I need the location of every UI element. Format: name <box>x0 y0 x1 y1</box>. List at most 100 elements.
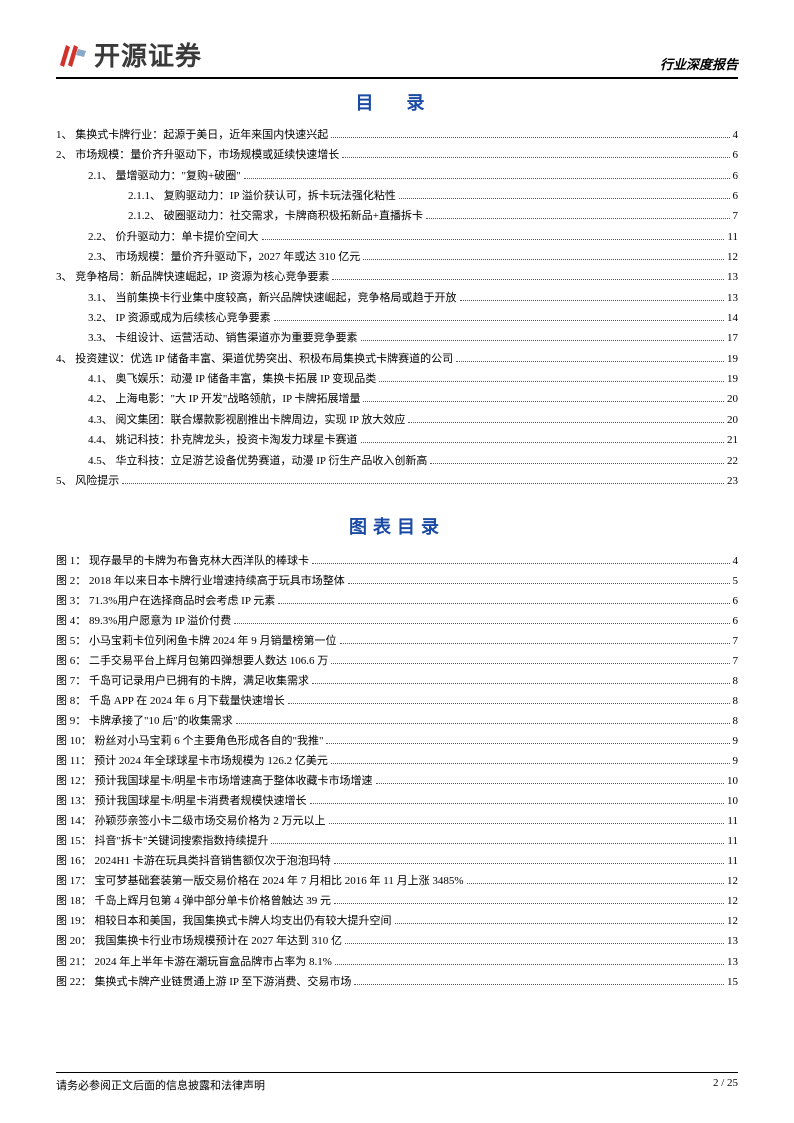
toc-entry[interactable]: 3.1、 当前集换卡行业集中度较高，新兴品牌快速崛起，竞争格局或趋于开放13 <box>56 288 738 308</box>
figure-entry[interactable]: 图 8： 千岛 APP 在 2024 年 6 月下载量快速增长8 <box>56 691 738 711</box>
figure-entry[interactable]: 图 12： 预计我国球星卡/明星卡市场增速高于整体收藏卡市场增速10 <box>56 771 738 791</box>
figure-entry-title: 图 14： 孙颖莎亲签小卡二级市场交易价格为 2 万元以上 <box>56 811 326 831</box>
figure-entry-title: 图 21： 2024 年上半年卡游在潮玩盲盒品牌市占率为 8.1% <box>56 952 332 972</box>
figure-entry-page: 12 <box>727 911 738 931</box>
toc-entry-page: 12 <box>727 247 738 267</box>
figure-entry[interactable]: 图 15： 抖音"拆卡"关键词搜索指数持续提升 11 <box>56 831 738 851</box>
figure-entry[interactable]: 图 5： 小马宝莉卡位列闲鱼卡牌 2024 年 9 月销量榜第一位 7 <box>56 631 738 651</box>
toc-entry-title: 4.5、 华立科技：立足游艺设备优势赛道，动漫 IP 衍生产品收入创新高 <box>88 451 427 471</box>
toc-entry-page: 13 <box>727 288 738 308</box>
toc-entry-title: 4.1、 奥飞娱乐：动漫 IP 储备丰富，集换卡拓展 IP 变现品类 <box>88 369 376 389</box>
toc-entry[interactable]: 4.3、 阅文集团：联合爆款影视剧推出卡牌周边，实现 IP 放大效应20 <box>56 410 738 430</box>
toc-heading: 目 录 <box>56 89 738 115</box>
figure-entry[interactable]: 图 20： 我国集换卡行业市场规模预计在 2027 年达到 310 亿 13 <box>56 931 738 951</box>
toc-entry[interactable]: 2.2、 价升驱动力：单卡提价空间大11 <box>56 227 738 247</box>
toc-dots <box>363 401 724 402</box>
toc-entry[interactable]: 4.5、 华立科技：立足游艺设备优势赛道，动漫 IP 衍生产品收入创新高 22 <box>56 451 738 471</box>
toc-dots <box>342 157 729 158</box>
toc-entry-page: 20 <box>727 389 738 409</box>
toc-entry-page: 4 <box>733 125 739 145</box>
figure-entry-title: 图 18： 千岛上辉月包第 4 弹中部分单卡价格曾触达 39 元 <box>56 891 331 911</box>
figure-entry-title: 图 19： 相较日本和美国，我国集换式卡牌人均支出仍有较大提升空间 <box>56 911 392 931</box>
figure-entry-page: 10 <box>727 791 738 811</box>
toc-entry-page: 6 <box>733 166 739 186</box>
figure-entry[interactable]: 图 16： 2024H1 卡游在玩具类抖音销售额仅次于泡泡玛特11 <box>56 851 738 871</box>
toc-entry-title: 3、 竞争格局：新品牌快速崛起，IP 资源为核心竞争要素 <box>56 267 329 287</box>
figure-entry[interactable]: 图 6： 二手交易平台上辉月包第四弹想要人数达 106.6 万7 <box>56 651 738 671</box>
toc-entry[interactable]: 2.1.2、 破圈驱动力：社交需求，卡牌商积极拓新品+直播拆卡 7 <box>56 206 738 226</box>
figure-entry-title: 图 15： 抖音"拆卡"关键词搜索指数持续提升 <box>56 831 268 851</box>
footer-page-number: 2 / 25 <box>713 1077 738 1093</box>
toc-dots <box>278 603 729 604</box>
toc-dots <box>331 763 730 764</box>
figure-entry[interactable]: 图 2： 2018 年以来日本卡牌行业增速持续高于玩具市场整体5 <box>56 571 738 591</box>
toc-dots <box>335 964 724 965</box>
figure-entry-page: 9 <box>733 731 739 751</box>
toc-entry-page: 20 <box>727 410 738 430</box>
figure-entry-title: 图 4： 89.3%用户愿意为 IP 溢价付费 <box>56 611 231 631</box>
toc-entry[interactable]: 5、 风险提示23 <box>56 471 738 491</box>
toc-entry[interactable]: 3.2、 IP 资源或成为后续核心竞争要素14 <box>56 308 738 328</box>
figure-entry[interactable]: 图 9： 卡牌承接了"10 后"的收集需求8 <box>56 711 738 731</box>
toc-entry[interactable]: 4、 投资建议：优选 IP 储备丰富、渠道优势突出、积极布局集换式卡牌赛道的公司… <box>56 349 738 369</box>
figure-entry[interactable]: 图 1： 现存最早的卡牌为布鲁克林大西洋队的棒球卡4 <box>56 551 738 571</box>
toc-entry[interactable]: 2.1.1、 复购驱动力：IP 溢价获认可，拆卡玩法强化粘性6 <box>56 186 738 206</box>
toc-entry[interactable]: 4.2、 上海电影："大 IP 开发"战略领航，IP 卡牌拓展增量20 <box>56 389 738 409</box>
figure-entry[interactable]: 图 11： 预计 2024 年全球球星卡市场规模为 126.2 亿美元9 <box>56 751 738 771</box>
toc-entry[interactable]: 1、 集换式卡牌行业：起源于美日，近年来国内快速兴起4 <box>56 125 738 145</box>
toc-entry-page: 17 <box>727 328 738 348</box>
figure-entry[interactable]: 图 19： 相较日本和美国，我国集换式卡牌人均支出仍有较大提升空间 12 <box>56 911 738 931</box>
toc-entry[interactable]: 3.3、 卡组设计、运营活动、销售渠道亦为重要竞争要素17 <box>56 328 738 348</box>
toc-entry-page: 22 <box>727 451 738 471</box>
toc-entry[interactable]: 2.3、 市场规模：量价齐升驱动下，2027 年或达 310 亿元12 <box>56 247 738 267</box>
toc-entry-title: 3.2、 IP 资源或成为后续核心竞争要素 <box>88 308 271 328</box>
toc-dots <box>234 623 729 624</box>
toc-dots <box>361 340 725 341</box>
toc-entry[interactable]: 3、 竞争格局：新品牌快速崛起，IP 资源为核心竞争要素13 <box>56 267 738 287</box>
figure-entry-title: 图 1： 现存最早的卡牌为布鲁克林大西洋队的棒球卡 <box>56 551 309 571</box>
toc-dots <box>340 643 730 644</box>
figure-entry-title: 图 10： 粉丝对小马宝莉 6 个主要角色形成各自的"我推" <box>56 731 323 751</box>
figure-entry-title: 图 9： 卡牌承接了"10 后"的收集需求 <box>56 711 233 731</box>
figure-entry[interactable]: 图 3： 71.3%用户在选择商品时会考虑 IP 元素6 <box>56 591 738 611</box>
toc-dots <box>426 218 730 219</box>
figure-entry-title: 图 20： 我国集换卡行业市场规模预计在 2027 年达到 310 亿 <box>56 931 342 951</box>
toc-entry-page: 11 <box>727 227 738 247</box>
toc-dots <box>332 279 724 280</box>
figure-entry-title: 图 5： 小马宝莉卡位列闲鱼卡牌 2024 年 9 月销量榜第一位 <box>56 631 337 651</box>
figure-entry[interactable]: 图 7： 千岛可记录用户已拥有的卡牌，满足收集需求8 <box>56 671 738 691</box>
toc-entry-page: 7 <box>733 206 739 226</box>
figure-entry-title: 图 22： 集换式卡牌产业链贯通上游 IP 至下游消费、交易市场 <box>56 972 351 992</box>
page-footer: 请务必参阅正文后面的信息披露和法律声明 2 / 25 <box>56 1072 738 1093</box>
toc-entry[interactable]: 4.4、 姚记科技：扑克牌龙头，投资卡淘发力球星卡赛道21 <box>56 430 738 450</box>
figure-entry-page: 7 <box>733 631 739 651</box>
toc-entry[interactable]: 2、 市场规模：量价齐升驱动下，市场规模或延续快速增长6 <box>56 145 738 165</box>
figure-entry[interactable]: 图 22： 集换式卡牌产业链贯通上游 IP 至下游消费、交易市场15 <box>56 972 738 992</box>
toc-entry-page: 19 <box>727 369 738 389</box>
toc-entry-title: 4、 投资建议：优选 IP 储备丰富、渠道优势突出、积极布局集换式卡牌赛道的公司 <box>56 349 453 369</box>
toc-entry[interactable]: 4.1、 奥飞娱乐：动漫 IP 储备丰富，集换卡拓展 IP 变现品类 19 <box>56 369 738 389</box>
toc-entry[interactable]: 2.1、 量增驱动力："复购+破圈"6 <box>56 166 738 186</box>
figure-entry-page: 11 <box>727 831 738 851</box>
figure-entry-page: 13 <box>727 931 738 951</box>
toc-dots <box>460 300 725 301</box>
figure-entry-page: 11 <box>727 811 738 831</box>
figure-entry[interactable]: 图 13： 预计我国球星卡/明星卡消费者规模快速增长10 <box>56 791 738 811</box>
toc-entry-title: 2.1.2、 破圈驱动力：社交需求，卡牌商积极拓新品+直播拆卡 <box>128 206 423 226</box>
figure-entry-page: 11 <box>727 851 738 871</box>
figure-entry[interactable]: 图 10： 粉丝对小马宝莉 6 个主要角色形成各自的"我推" 9 <box>56 731 738 751</box>
figure-entry-page: 9 <box>733 751 739 771</box>
toc-dots <box>334 863 725 864</box>
figure-entry[interactable]: 图 14： 孙颖莎亲签小卡二级市场交易价格为 2 万元以上 11 <box>56 811 738 831</box>
toc-dots <box>331 137 729 138</box>
toc-dots <box>467 883 724 884</box>
toc-dots <box>288 703 730 704</box>
figure-entry-title: 图 17： 宝可梦基础套装第一版交易价格在 2024 年 7 月相比 2016 … <box>56 871 464 891</box>
toc-dots <box>312 563 730 564</box>
figure-entry[interactable]: 图 17： 宝可梦基础套装第一版交易价格在 2024 年 7 月相比 2016 … <box>56 871 738 891</box>
figure-entry[interactable]: 图 21： 2024 年上半年卡游在潮玩盲盒品牌市占率为 8.1%13 <box>56 952 738 972</box>
figure-entry-title: 图 3： 71.3%用户在选择商品时会考虑 IP 元素 <box>56 591 275 611</box>
toc-dots <box>329 823 725 824</box>
figure-entry[interactable]: 图 18： 千岛上辉月包第 4 弹中部分单卡价格曾触达 39 元12 <box>56 891 738 911</box>
figure-entry[interactable]: 图 4： 89.3%用户愿意为 IP 溢价付费6 <box>56 611 738 631</box>
